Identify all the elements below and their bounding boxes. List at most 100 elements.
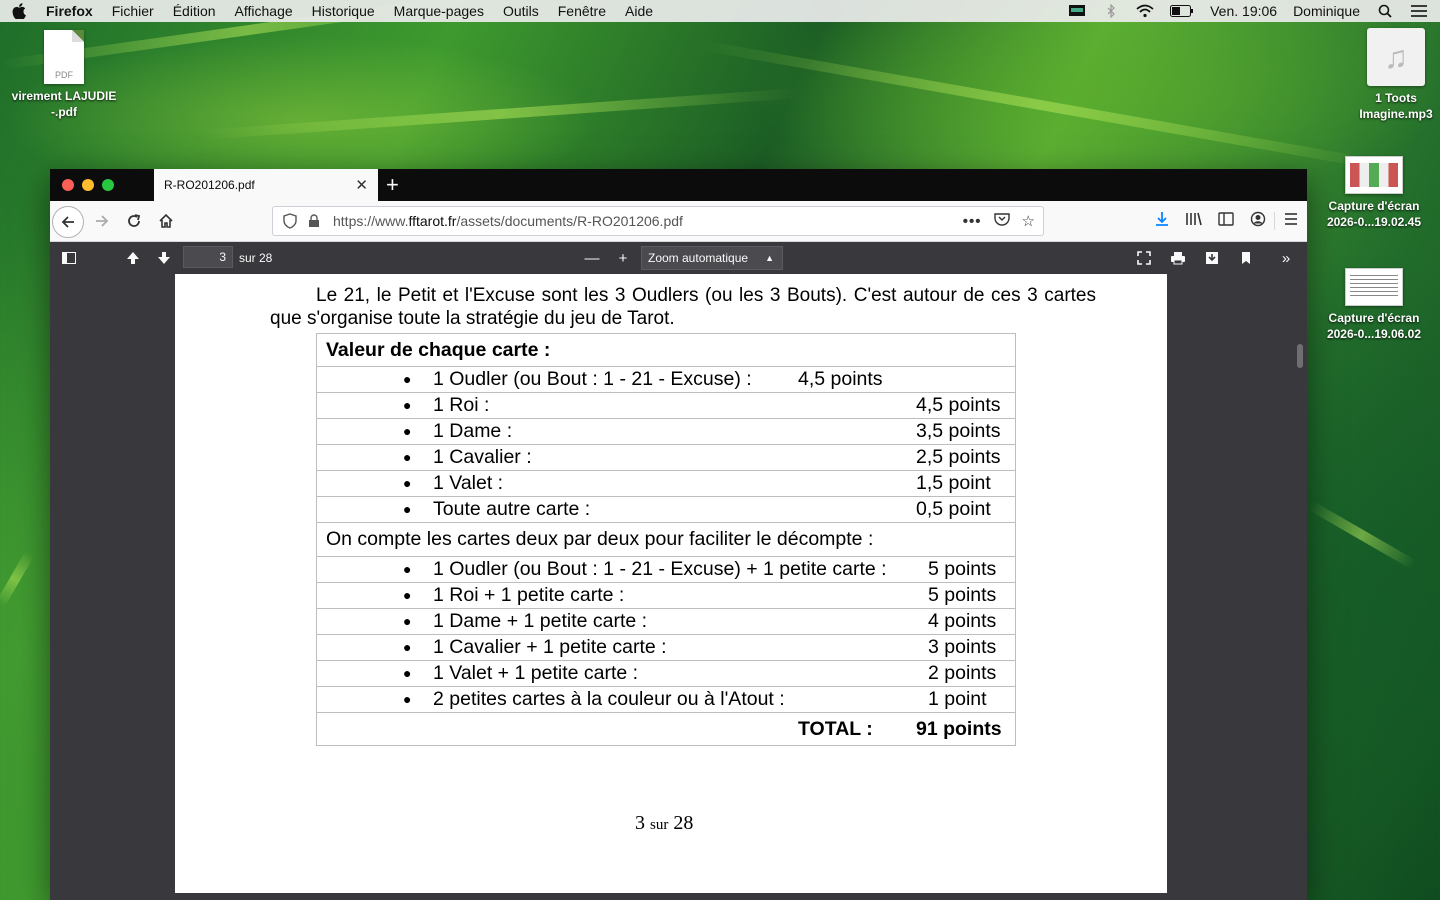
- app-menu-icon[interactable]: [1274, 212, 1307, 230]
- tab-pdf[interactable]: R-RO201206.pdf ✕: [154, 169, 378, 201]
- zoom-out-icon[interactable]: —: [578, 246, 606, 270]
- row-label: 1 Cavalier + 1 petite carte :: [433, 636, 667, 658]
- zoom-value: Zoom automatique: [648, 251, 749, 265]
- zoom-in-icon[interactable]: +: [609, 246, 637, 270]
- sidebar-toggle-icon[interactable]: [1210, 212, 1242, 230]
- card-values-table: Valeur de chaque carte : ● 1 Oudler (ou B…: [316, 333, 1016, 746]
- bookmark-star-icon[interactable]: ☆: [1022, 212, 1035, 230]
- tab-bar: R-RO201206.pdf ✕ +: [50, 169, 1307, 201]
- vertical-scrollbar[interactable]: [1297, 344, 1303, 368]
- minimize-window-button[interactable]: [82, 179, 94, 191]
- table-row: ● 1 Dame : 3,5 points: [317, 419, 1015, 444]
- menu-fenetre[interactable]: Fenêtre: [558, 3, 606, 19]
- table-row: ● 1 Valet + 1 petite carte : 2 points: [317, 661, 1015, 686]
- row-label: 1 Oudler (ou Bout : 1 - 21 - Excuse) + 1…: [433, 558, 887, 580]
- bullet-icon: ●: [403, 423, 412, 439]
- pdf-file-icon: PDF: [44, 30, 84, 84]
- back-button[interactable]: [52, 206, 84, 238]
- url-bar[interactable]: https://www.fftarot.fr/assets/documents/…: [272, 206, 1044, 236]
- menu-outils[interactable]: Outils: [503, 3, 539, 19]
- screenshot-thumbnail-icon: [1345, 156, 1403, 194]
- pdf-viewer[interactable]: Le 21, le Petit et l'Excuse sont les 3 O…: [50, 274, 1307, 900]
- page-count: sur 28: [239, 251, 273, 265]
- print-icon[interactable]: [1164, 246, 1192, 270]
- tracking-protection-icon[interactable]: [281, 213, 299, 229]
- firefox-window: R-RO201206.pdf ✕ + https://www.fftarot.f…: [50, 169, 1307, 900]
- bullet-icon: ●: [403, 449, 412, 465]
- bullet-icon: ●: [403, 691, 412, 707]
- page-number-input[interactable]: [183, 246, 233, 268]
- row-label: 1 Roi + 1 petite carte :: [433, 584, 625, 606]
- previous-page-icon[interactable]: [119, 246, 147, 270]
- notification-center-icon[interactable]: [1410, 4, 1428, 18]
- tools-menu-icon[interactable]: »: [1272, 246, 1300, 270]
- battery-icon[interactable]: [1170, 4, 1194, 18]
- row-value: 1,5 point: [916, 472, 991, 494]
- row-value: 4,5 points: [798, 368, 883, 390]
- wallpaper-streak: [699, 40, 1391, 172]
- downloads-icon[interactable]: [1146, 211, 1178, 231]
- new-tab-button[interactable]: +: [386, 173, 399, 197]
- page-footer: 3 sur 28: [635, 812, 693, 835]
- footer-sur: sur: [650, 817, 669, 833]
- library-icon[interactable]: [1178, 211, 1210, 231]
- bullet-icon: ●: [403, 501, 412, 517]
- row-value: 5 points: [928, 558, 997, 580]
- menu-historique[interactable]: Historique: [312, 3, 375, 19]
- close-window-button[interactable]: [62, 179, 74, 191]
- bullet-icon: ●: [403, 397, 412, 413]
- row-label: 1 Valet + 1 petite carte :: [433, 662, 639, 684]
- user-name[interactable]: Dominique: [1293, 3, 1360, 19]
- row-label: 1 Valet :: [433, 472, 504, 494]
- presentation-mode-icon[interactable]: [1130, 246, 1158, 270]
- desktop-icon-screenshot-2[interactable]: Capture d'écran 2026-0...19.06.02: [1314, 268, 1434, 342]
- reload-button[interactable]: [120, 207, 148, 235]
- menu-aide[interactable]: Aide: [625, 3, 653, 19]
- row-label: 2 petites cartes à la couleur ou à l'Ato…: [433, 688, 785, 710]
- wallpaper-streak: [0, 550, 35, 608]
- next-page-icon[interactable]: [150, 246, 178, 270]
- row-value: 5 points: [928, 584, 997, 606]
- bluetooth-icon[interactable]: [1102, 4, 1120, 18]
- menu-affichage[interactable]: Affichage: [235, 3, 293, 19]
- bullet-icon: ●: [403, 561, 412, 577]
- forward-button[interactable]: [88, 207, 116, 235]
- table-row: ● 1 Valet : 1,5 point: [317, 471, 1015, 496]
- toolbar-right: [1146, 201, 1307, 241]
- apple-menu-icon[interactable]: [12, 3, 26, 19]
- wifi-icon[interactable]: [1136, 4, 1154, 18]
- menu-fichier[interactable]: Fichier: [112, 3, 154, 19]
- row-value: 1 point: [928, 688, 987, 710]
- page-actions-icon[interactable]: •••: [963, 213, 982, 230]
- bullet-icon: ●: [403, 475, 412, 491]
- save-download-icon[interactable]: [1198, 246, 1226, 270]
- bookmark-icon[interactable]: [1232, 246, 1260, 270]
- table-row: ● 1 Oudler (ou Bout : 1 - 21 - Excuse) + …: [317, 557, 1015, 582]
- desktop-icon-screenshot-1[interactable]: Capture d'écran 2026-0...19.02.45: [1314, 156, 1434, 230]
- display-status-icon[interactable]: [1068, 4, 1086, 18]
- intro-text: Le 21, le Petit et l'Excuse sont les 3 O…: [270, 285, 1096, 329]
- close-tab-icon[interactable]: ✕: [355, 176, 368, 194]
- menu-edition[interactable]: Édition: [173, 3, 216, 19]
- bullet-icon: ●: [403, 613, 412, 629]
- zoom-window-button[interactable]: [102, 179, 114, 191]
- spotlight-search-icon[interactable]: [1376, 4, 1394, 18]
- table-row: ● Toute autre carte : 0,5 point: [317, 497, 1015, 522]
- menu-app-name[interactable]: Firefox: [46, 3, 93, 19]
- home-button[interactable]: [152, 207, 180, 235]
- desktop-icon-label: Capture d'écran 2026-0...19.02.45: [1326, 199, 1422, 229]
- pdf-sidebar-toggle-icon[interactable]: [55, 246, 83, 270]
- pocket-icon[interactable]: [993, 212, 1010, 230]
- lock-icon[interactable]: [305, 214, 323, 228]
- desktop-icon-pdf[interactable]: PDF virement LAJUDIE -.pdf: [4, 30, 124, 120]
- menu-marque-pages[interactable]: Marque-pages: [394, 3, 484, 19]
- desktop-icon-mp3[interactable]: ♫ 1 Toots Imagine.mp3: [1336, 28, 1440, 122]
- total-value: 91 points: [916, 718, 1002, 740]
- url-text[interactable]: https://www.fftarot.fr/assets/documents/…: [333, 213, 683, 229]
- row-value: 4,5 points: [916, 394, 1001, 416]
- clock[interactable]: Ven. 19:06: [1210, 3, 1277, 19]
- account-icon[interactable]: [1242, 211, 1274, 231]
- zoom-select[interactable]: Zoom automatique ▲: [641, 246, 783, 270]
- wallpaper-streak: [1307, 500, 1417, 570]
- window-controls: [62, 179, 114, 191]
